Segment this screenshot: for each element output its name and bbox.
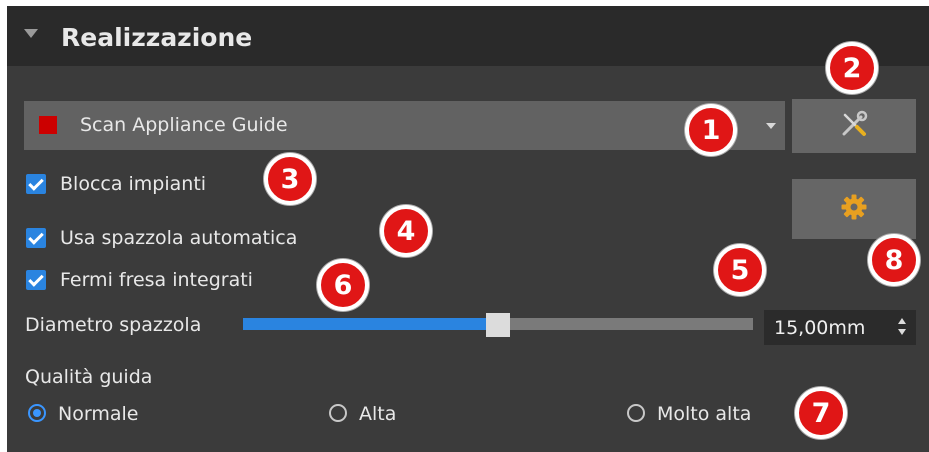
radio-button-selected[interactable]: [28, 404, 46, 422]
radio-button[interactable]: [627, 404, 645, 422]
callout-marker: 8: [868, 234, 920, 286]
collapse-triangle-icon[interactable]: [24, 29, 38, 38]
callout-marker: 1: [685, 104, 737, 156]
callout-marker: 5: [714, 244, 766, 296]
quality-label: Qualità guida: [25, 366, 153, 388]
checkbox-checked[interactable]: [26, 228, 46, 248]
checkbox-label: Usa spazzola automatica: [60, 227, 298, 249]
checkbox-checked[interactable]: [26, 174, 46, 194]
slider-thumb[interactable]: [486, 313, 510, 337]
settings-button[interactable]: [792, 179, 916, 239]
brush-diameter-slider[interactable]: [243, 313, 753, 337]
callout-marker: 2: [826, 42, 878, 94]
radio-label: Molto alta: [657, 403, 752, 425]
guide-type-dropdown[interactable]: Scan Appliance Guide: [24, 101, 785, 150]
radio-label: Alta: [359, 403, 397, 425]
callout-marker: 7: [795, 387, 847, 439]
callout-marker: 4: [380, 205, 432, 257]
callout-marker: 3: [264, 153, 316, 205]
callout-marker: 6: [317, 259, 369, 311]
tools-button[interactable]: [792, 99, 916, 153]
brush-diameter-spinbox[interactable]: 15,00mm: [764, 310, 916, 345]
slider-fill: [243, 318, 498, 330]
color-swatch: [39, 116, 57, 134]
slider-label: Diametro spazzola: [25, 314, 202, 336]
panel-title: Realizzazione: [61, 23, 253, 52]
spin-up-icon[interactable]: [898, 318, 906, 324]
spin-down-icon[interactable]: [898, 329, 906, 335]
wrench-screwdriver-icon: [839, 109, 869, 143]
gear-icon: [840, 193, 868, 225]
panel-header[interactable]: Realizzazione: [7, 6, 929, 66]
spinbox-value: 15,00mm: [774, 317, 866, 339]
checkbox-checked[interactable]: [26, 270, 46, 290]
checkbox-label: Fermi fresa integrati: [60, 269, 253, 291]
checkbox-label: Blocca impianti: [60, 173, 207, 195]
realizzazione-panel: Realizzazione Scan Appliance Guide Blocc…: [7, 6, 929, 452]
spin-arrows[interactable]: [898, 318, 908, 338]
dropdown-selected-value: Scan Appliance Guide: [80, 114, 288, 136]
radio-button[interactable]: [329, 404, 347, 422]
chevron-down-icon[interactable]: [766, 123, 776, 129]
radio-label: Normale: [58, 403, 139, 425]
